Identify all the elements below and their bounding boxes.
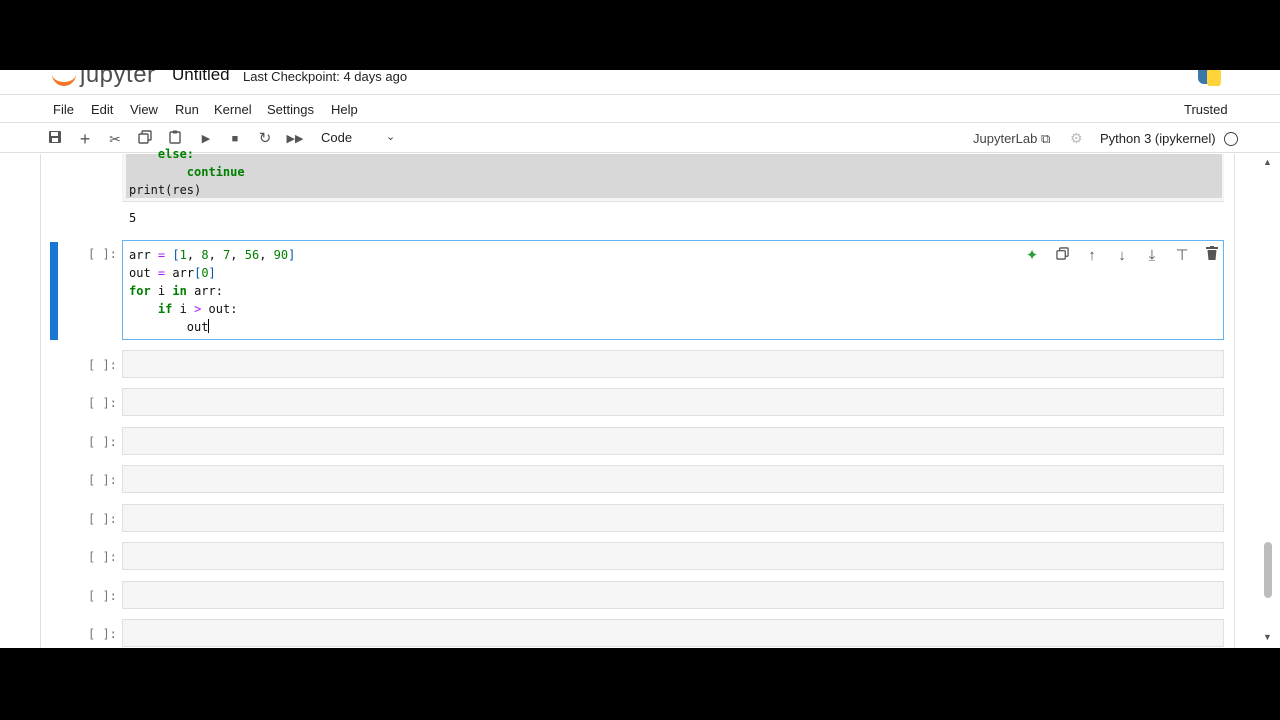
cell-prompt: [ ]: xyxy=(88,396,117,410)
cell-output: 5 xyxy=(129,211,137,225)
empty-code-cell[interactable] xyxy=(122,542,1224,570)
insert-above-icon[interactable]: ⊤ xyxy=(1172,246,1192,266)
jupyter-logo-icon xyxy=(52,74,76,86)
external-link-icon: ⧉ xyxy=(1040,131,1051,146)
empty-code-cell[interactable] xyxy=(122,388,1224,416)
code-line: out xyxy=(186,320,209,334)
code-line: print(res) xyxy=(129,183,202,197)
code-line: else: xyxy=(129,147,195,161)
text-cursor xyxy=(208,319,210,333)
menu-bar: File Edit View Run Kernel Settings Help … xyxy=(0,96,1280,123)
gear-icon: ⚙ xyxy=(1070,130,1083,146)
menu-help[interactable]: Help xyxy=(331,102,358,117)
cell-prompt: [ ]: xyxy=(88,589,117,603)
code-line: arr = [1, 8, 7, 56, 90] xyxy=(129,248,296,262)
code-line: continue xyxy=(129,165,245,179)
active-cell-indicator xyxy=(50,242,58,340)
empty-code-cell[interactable] xyxy=(122,504,1224,532)
selection-highlight xyxy=(126,154,1222,198)
menu-file[interactable]: File xyxy=(53,102,74,117)
scroll-down-icon[interactable]: ▼ xyxy=(1263,632,1272,642)
notebook-title[interactable]: Untitled xyxy=(172,70,230,85)
save-icon[interactable] xyxy=(46,130,64,148)
scroll-up-icon[interactable]: ▲ xyxy=(1263,157,1272,167)
duplicate-icon[interactable] xyxy=(1052,246,1072,266)
move-up-icon[interactable]: ↑ xyxy=(1082,246,1102,266)
jupyterlab-link[interactable]: JupyterLab ⧉ xyxy=(973,131,1050,147)
ai-sparkle-icon[interactable]: ✦ xyxy=(1022,246,1042,266)
code-line: if i > out: xyxy=(157,302,238,316)
vertical-scrollbar[interactable]: ▲ ▼ xyxy=(1262,154,1274,648)
menu-edit[interactable]: Edit xyxy=(91,102,113,117)
empty-code-cell[interactable] xyxy=(122,465,1224,493)
chevron-down-icon[interactable]: ⌄ xyxy=(386,130,395,143)
code-line: out = arr[0] xyxy=(129,266,216,280)
menu-view[interactable]: View xyxy=(130,102,158,117)
cell-toolbar: ✦ ↑ ↓ ⤓ ⊤ xyxy=(1020,246,1224,266)
insert-below-icon[interactable]: ⤓ xyxy=(1142,246,1162,266)
kernel-name[interactable]: Python 3 (ipykernel) xyxy=(1100,131,1216,146)
cell-prompt: [ ]: xyxy=(88,435,117,449)
jupyter-logo-text[interactable]: jupyter xyxy=(80,70,156,89)
run-all-icon[interactable]: ▶▶ xyxy=(286,130,304,148)
kernel-status-icon xyxy=(1224,132,1238,146)
cell-prompt: [ ]: xyxy=(88,473,117,487)
cell-prompt: [ ]: xyxy=(88,358,117,372)
top-header: jupyter Untitled Last Checkpoint: 4 days… xyxy=(0,70,1280,95)
move-down-icon[interactable]: ↓ xyxy=(1112,246,1132,266)
restart-icon[interactable]: ↻ xyxy=(256,130,274,148)
notebook-content[interactable]: else: continue print(res) 5 [ ]: arr = [… xyxy=(0,147,1280,648)
cell-prompt: [ ]: xyxy=(88,512,117,526)
menu-run[interactable]: Run xyxy=(175,102,199,117)
add-cell-icon[interactable]: + xyxy=(76,130,94,148)
scrollbar-thumb[interactable] xyxy=(1264,542,1272,598)
code-line: for i in arr: xyxy=(129,284,223,298)
empty-code-cell[interactable] xyxy=(122,619,1224,647)
empty-code-cell[interactable] xyxy=(122,581,1224,609)
empty-code-cell[interactable] xyxy=(122,350,1224,378)
cell-prompt: [ ]: xyxy=(88,550,117,564)
jupyter-notebook-window: jupyter Untitled Last Checkpoint: 4 days… xyxy=(0,70,1280,648)
cut-icon[interactable]: ✂ xyxy=(106,130,124,148)
cell-prompt: [ ]: xyxy=(88,627,117,641)
menu-settings[interactable]: Settings xyxy=(267,102,314,117)
delete-icon[interactable] xyxy=(1202,246,1222,266)
python-logo-icon xyxy=(1198,70,1222,86)
trusted-indicator[interactable]: Trusted xyxy=(1177,100,1235,120)
cell-type-select[interactable]: Code xyxy=(321,130,352,145)
last-checkpoint-text: Last Checkpoint: 4 days ago xyxy=(243,70,408,84)
menu-kernel[interactable]: Kernel xyxy=(214,102,252,117)
active-cell-code[interactable]: arr = [1, 8, 7, 56, 90] out = arr[0] for… xyxy=(129,246,295,336)
previous-cell-code[interactable]: else: continue print(res) xyxy=(129,145,245,199)
empty-code-cell[interactable] xyxy=(122,427,1224,455)
cell-prompt: [ ]: xyxy=(88,247,117,261)
jupyterlab-link-label[interactable]: JupyterLab xyxy=(973,131,1037,146)
